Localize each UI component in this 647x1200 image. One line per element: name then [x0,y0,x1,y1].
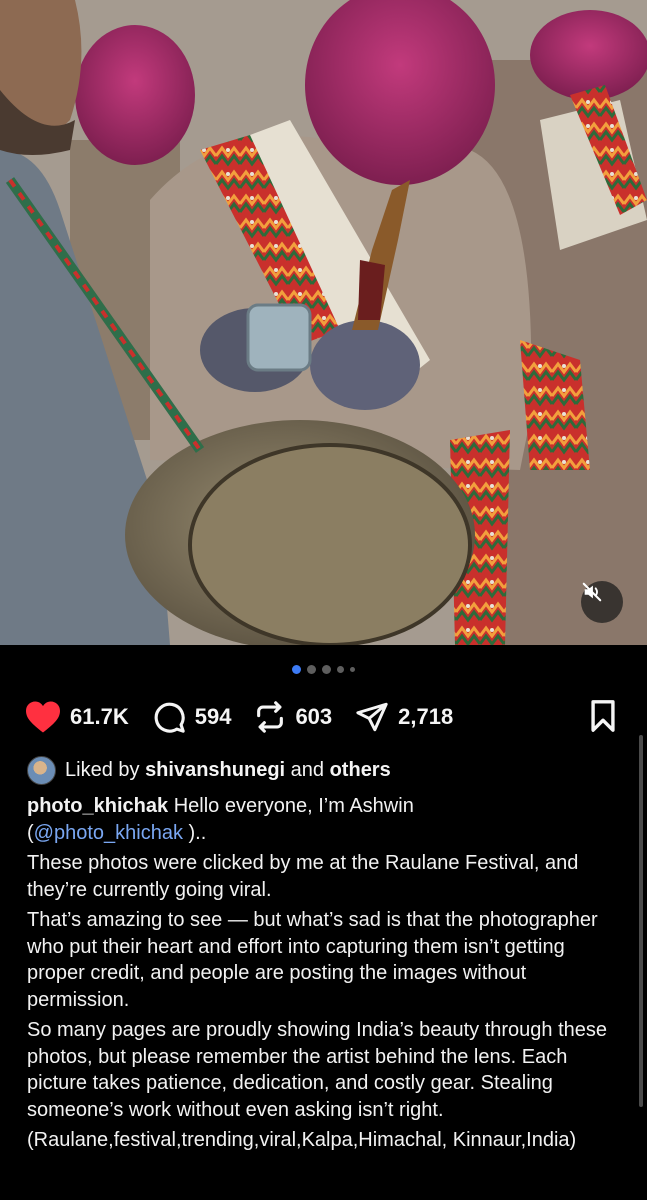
caption-paragraph: These photos were clicked by me at the R… [27,852,579,901]
post-caption: photo_khichak Hello everyone, I’m Ashwin… [27,793,617,1154]
liked-by-others[interactable]: others [330,759,391,782]
caption-hashtags: (Raulane,festival,trending,viral,Kalpa,H… [27,1129,577,1151]
like-count: 61.7K [70,704,129,729]
carousel-indicator [0,665,647,674]
post-photo[interactable] [0,0,647,645]
comment-bubble-icon [154,702,185,733]
caption-close: ).. [182,821,207,844]
share-button[interactable]: 2,718 [354,700,453,734]
festival-photo-illustration [0,0,647,645]
carousel-dot [322,665,331,674]
repost-count: 603 [295,704,333,729]
carousel-dot-active [292,665,301,674]
carousel-dot [307,665,316,674]
comment-count: 594 [194,704,232,729]
heart-filled-icon [26,701,60,733]
liked-by-prefix: Liked by [65,759,140,781]
save-button[interactable] [587,699,619,738]
like-button[interactable]: 61.7K [24,700,129,734]
carousel-dot [337,666,344,673]
caption-intro-text: Hello everyone, I’m Ashwin [173,795,414,817]
bookmark-icon [591,700,615,732]
caption-username[interactable]: photo_khichak [27,795,168,817]
liked-by-row[interactable]: Liked by shivanshunegi and others [27,756,391,785]
caption-open-paren: ( [27,821,34,844]
post-action-bar: 61.7K 594 603 2,718 [24,695,623,739]
caption-paragraph: That’s amazing to see — but what’s sad i… [27,909,598,1011]
liked-by-username[interactable]: shivanshunegi [145,759,285,782]
repost-button[interactable]: 603 [253,700,332,734]
repost-arrows-icon [257,701,284,733]
speaker-muted-icon [582,582,602,602]
caption-mention-link[interactable]: @photo_khichak [34,822,183,844]
comment-button[interactable]: 594 [151,700,232,734]
liked-by-connector: and [290,759,325,781]
scrollbar[interactable] [639,735,643,1107]
caption-intro: photo_khichak Hello everyone, I’m Ashwin… [27,793,617,846]
carousel-dot [350,667,355,672]
caption-paragraph: So many pages are proudly showing India’… [27,1019,608,1121]
send-paper-plane-icon [356,702,388,732]
avatar[interactable] [27,756,56,785]
share-count: 2,718 [398,704,454,729]
mute-toggle-button[interactable] [581,581,623,623]
